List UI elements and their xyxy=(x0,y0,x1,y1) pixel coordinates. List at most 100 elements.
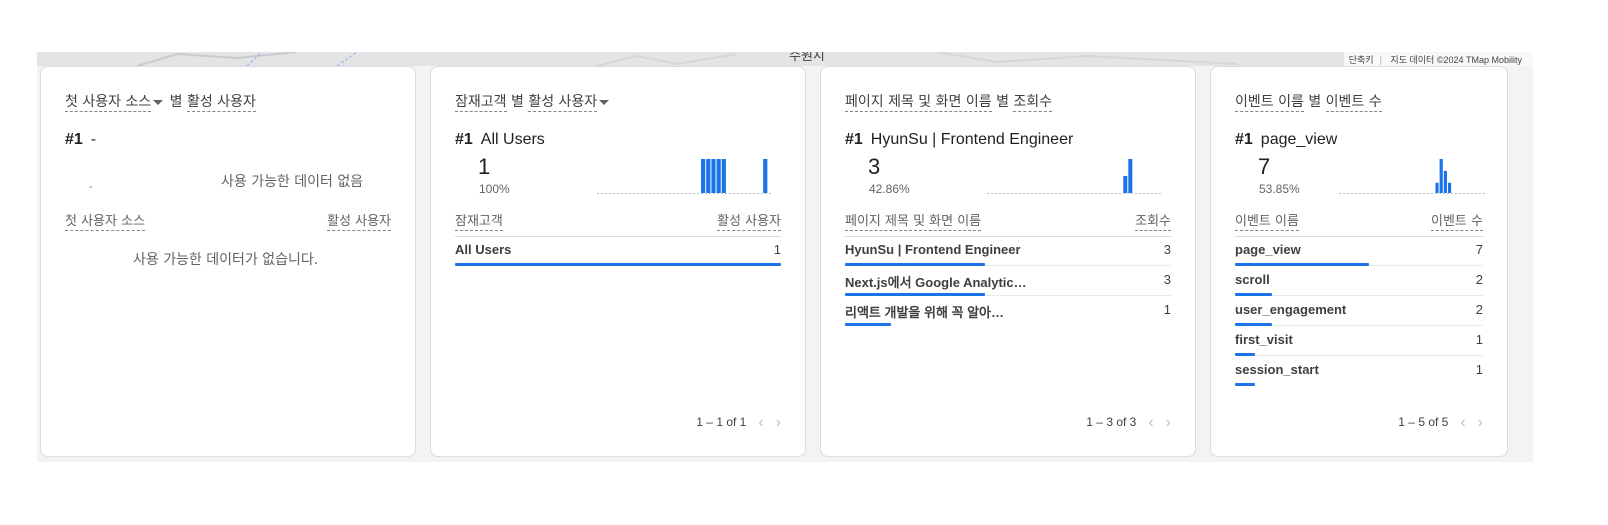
rank-name: - xyxy=(90,131,97,148)
dimension-label: 잠재고객 xyxy=(455,94,507,112)
table-row[interactable]: Next.js에서 Google Analytic… 3 xyxy=(845,266,1171,296)
rank-number: #1 xyxy=(1235,131,1253,148)
top-value: 7 xyxy=(1258,154,1271,179)
top-percent: 53.85% xyxy=(1259,182,1300,196)
map-attribution: 단축키 | 지도 데이터 ©2024 TMap Mobility xyxy=(1343,52,1533,66)
column-header-metric[interactable]: 조회수 xyxy=(1135,210,1171,231)
chevron-right-icon[interactable]: › xyxy=(1166,414,1171,432)
sparkline-bar xyxy=(1447,182,1452,193)
chevron-down-icon xyxy=(153,99,164,105)
sparkline-chart xyxy=(1339,159,1485,194)
title-by: 별 xyxy=(996,94,1009,110)
column-header-metric[interactable]: 활성 사용자 xyxy=(327,210,391,231)
chevron-right-icon[interactable]: › xyxy=(776,414,781,432)
title-by: 별 xyxy=(169,94,183,110)
row-share-bar xyxy=(455,263,781,266)
sparkline-bar xyxy=(701,159,706,193)
card-title: 잠재고객 별 활성 사용자 xyxy=(455,91,611,112)
column-header-metric[interactable]: 활성 사용자 xyxy=(717,210,781,231)
column-header-dimension[interactable]: 첫 사용자 소스 xyxy=(65,210,146,231)
chevron-right-icon[interactable]: › xyxy=(1478,414,1483,432)
top-value: 1 xyxy=(478,154,491,179)
row-value: 1 xyxy=(1475,332,1483,347)
card-title: 페이지 제목 및 화면 이름 별 조회수 xyxy=(845,91,1053,112)
table-row[interactable]: session_start 1 xyxy=(1235,356,1483,386)
row-label: All Users xyxy=(455,242,512,257)
rank-name: All Users xyxy=(480,131,545,148)
pagination-label: 1 – 3 of 3 xyxy=(1086,415,1137,429)
row-value: 3 xyxy=(1163,272,1171,287)
column-header-dimension[interactable]: 이벤트 이름 xyxy=(1235,210,1299,231)
row-label: first_visit xyxy=(1235,332,1293,347)
table-row[interactable]: user_engagement 2 xyxy=(1235,296,1483,326)
rank-number: #1 xyxy=(845,131,863,148)
top-rank: #1 HyunSu | Frontend Engineer xyxy=(845,131,1073,149)
sparkline-bar xyxy=(711,159,716,193)
column-header-dimension[interactable]: 페이지 제목 및 화면 이름 xyxy=(845,210,982,231)
pagination: 1 – 5 of 5 ‹ › xyxy=(1398,414,1483,432)
chevron-left-icon[interactable]: ‹ xyxy=(1460,414,1465,432)
no-data-short: 사용 가능한 데이터 없음 xyxy=(221,174,364,190)
row-value: 7 xyxy=(1475,242,1483,257)
top-percent: 100% xyxy=(479,182,510,196)
table-row[interactable]: page_view 7 xyxy=(1235,236,1483,266)
row-value: 1 xyxy=(773,242,781,257)
column-header-dimension[interactable]: 잠재고객 xyxy=(455,210,503,231)
pagination-label: 1 – 5 of 5 xyxy=(1398,415,1449,429)
top-value: 3 xyxy=(868,154,881,179)
top-percent: 42.86% xyxy=(869,182,910,196)
table-row[interactable]: All Users 1 xyxy=(455,236,781,266)
row-label: 리액트 개발을 위해 꼭 알아… xyxy=(845,305,1005,320)
pagination: 1 – 3 of 3 ‹ › xyxy=(1086,414,1171,432)
top-rank: #1 All Users xyxy=(455,131,545,149)
dimension-label: 페이지 제목 및 화면 이름 xyxy=(845,94,992,112)
table-row[interactable]: scroll 2 xyxy=(1235,266,1483,296)
title-by: 별 xyxy=(1308,94,1322,110)
row-value: 1 xyxy=(1475,362,1483,377)
card-page-title: 페이지 제목 및 화면 이름 별 조회수 #1 HyunSu | Frontend… xyxy=(820,66,1196,457)
chevron-left-icon[interactable]: ‹ xyxy=(758,414,763,432)
column-header-metric[interactable]: 이벤트 수 xyxy=(1431,210,1483,231)
table-row[interactable]: 리액트 개발을 위해 꼭 알아… 1 xyxy=(845,296,1171,326)
map-shortcuts-link[interactable]: 단축키 xyxy=(1349,55,1374,65)
card-title: 첫 사용자 소스 별 활성 사용자 xyxy=(65,91,256,112)
sparkline-bar xyxy=(763,159,768,193)
row-value: 3 xyxy=(1163,242,1171,257)
chevron-left-icon[interactable]: ‹ xyxy=(1148,414,1153,432)
sparkline-chart xyxy=(987,159,1163,194)
row-label: HyunSu | Frontend Engineer xyxy=(845,242,1021,257)
dimension-label: 이벤트 이름 xyxy=(1235,94,1304,112)
metric-label: 조회수 xyxy=(1013,94,1053,112)
sparkline-bar xyxy=(1439,159,1443,193)
sparkline-chart xyxy=(597,159,773,194)
no-data-message: 사용 가능한 데이터가 없습니다. xyxy=(133,252,319,268)
pagination: 1 – 1 of 1 ‹ › xyxy=(696,414,781,432)
row-value: 2 xyxy=(1475,272,1483,287)
card-audience: 잠재고객 별 활성 사용자 #1 All Users 1 100% 잠재고객 활성… xyxy=(430,66,806,457)
sparkline-bar xyxy=(716,159,721,193)
sparkline-bar xyxy=(1443,170,1447,193)
sparkline-bar xyxy=(706,159,711,193)
sparkline-bar xyxy=(1123,176,1128,193)
metric-dropdown[interactable]: 활성 사용자 xyxy=(528,94,611,112)
map-preview[interactable]: 수원시 단축키 | 지도 데이터 ©2024 TMap Mobility xyxy=(37,52,1533,66)
card-title: 이벤트 이름 별 이벤트 수 xyxy=(1235,91,1382,112)
row-label: page_view xyxy=(1235,242,1301,257)
sparkline-bar xyxy=(1435,182,1439,193)
table-row[interactable]: HyunSu | Frontend Engineer 3 xyxy=(845,236,1171,266)
rank-name: page_view xyxy=(1260,131,1338,148)
rank-number: #1 xyxy=(65,131,83,148)
row-label: Next.js에서 Google Analytic… xyxy=(845,275,1027,290)
row-value: 2 xyxy=(1475,302,1483,317)
row-value: 1 xyxy=(1163,302,1171,317)
dimension-dropdown[interactable]: 첫 사용자 소스 xyxy=(65,94,165,112)
chevron-down-icon xyxy=(599,99,610,105)
row-share-bar xyxy=(1235,383,1255,386)
sparkline-bar xyxy=(1128,159,1133,193)
card-event-name: 이벤트 이름 별 이벤트 수 #1 page_view 7 53.85% 이벤트 … xyxy=(1210,66,1508,457)
rank-name: HyunSu | Frontend Engineer xyxy=(870,131,1074,148)
top-rank: #1- xyxy=(65,131,96,149)
rank-number: #1 xyxy=(455,131,473,148)
row-label: session_start xyxy=(1235,362,1319,377)
table-row[interactable]: first_visit 1 xyxy=(1235,326,1483,356)
